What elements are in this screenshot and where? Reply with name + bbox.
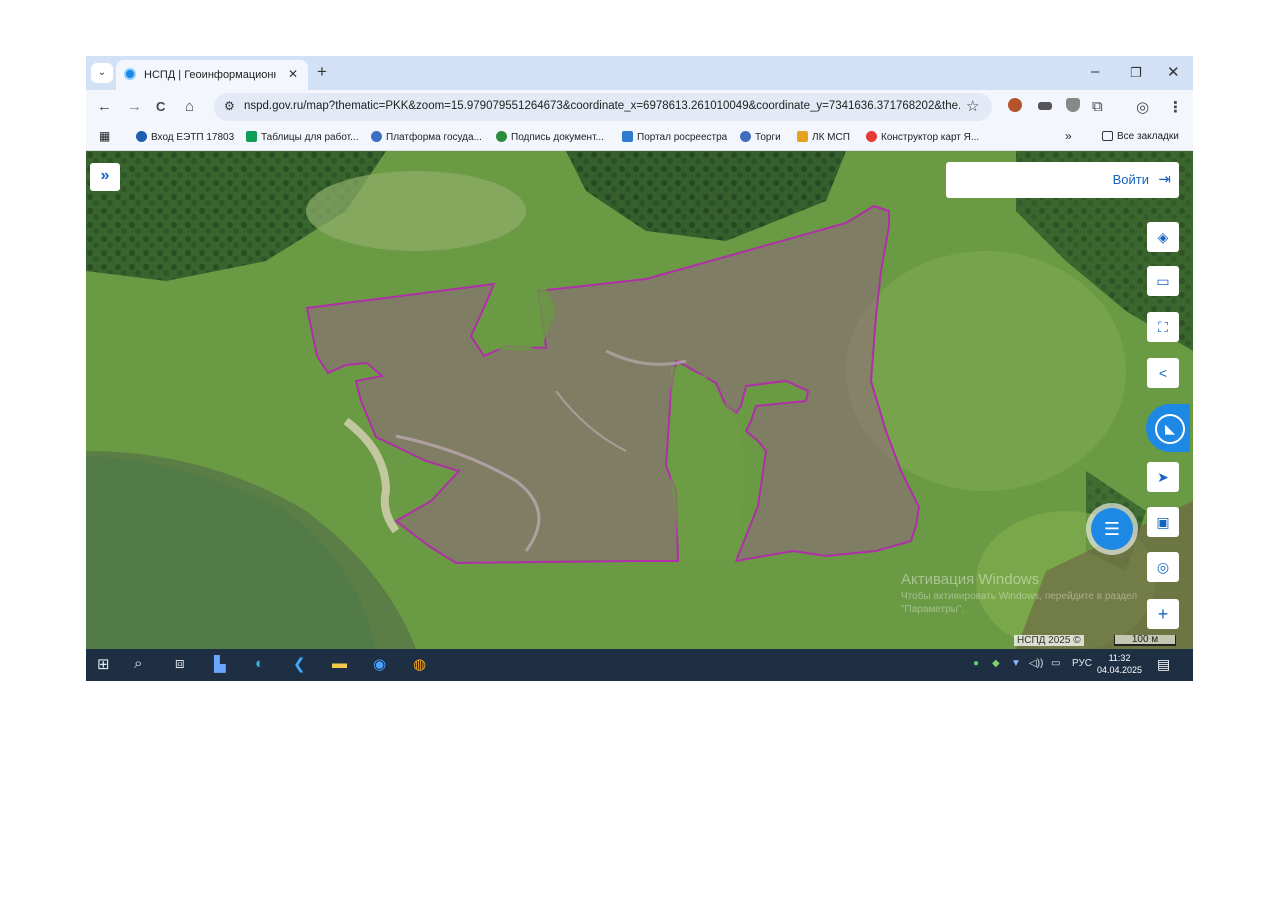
bookmark-favicon-icon xyxy=(496,131,507,142)
login-bar[interactable]: Войти ⇥ xyxy=(946,162,1179,198)
bookmark-favicon-icon xyxy=(797,131,808,142)
bookmark-favicon-icon xyxy=(740,131,751,142)
input-language[interactable]: РУС xyxy=(1072,658,1092,669)
forward-button[interactable]: → xyxy=(127,98,142,115)
tray-android-icon[interactable]: ◆ xyxy=(992,658,1000,669)
cadastre-button[interactable]: ◣ xyxy=(1146,404,1190,452)
share-icon: < xyxy=(1158,365,1168,381)
back-button[interactable]: ← xyxy=(97,98,112,115)
reload-button[interactable]: C xyxy=(156,99,165,114)
windows-activation-title: Активация Windows xyxy=(901,571,1040,588)
new-tab-button[interactable]: + xyxy=(317,62,327,82)
select-area-icon: ⛶ xyxy=(1158,319,1168,335)
bookmark-item[interactable]: Подпись документ... xyxy=(496,131,604,143)
navigate-button[interactable]: ➤ xyxy=(1147,462,1179,492)
nspd-favicon-icon xyxy=(124,68,136,80)
folder-icon xyxy=(1102,131,1113,141)
task-view-icon[interactable]: ⧈ xyxy=(175,655,185,672)
site-settings-icon[interactable]: ⚙ xyxy=(224,99,235,113)
extension-glasses-icon[interactable] xyxy=(1038,102,1052,110)
bookmark-item[interactable]: Платформа госуда... xyxy=(371,131,482,143)
chat-button[interactable]: ☰ xyxy=(1091,508,1133,550)
cadastre-icon: ◣ xyxy=(1155,414,1185,444)
bookmark-favicon-icon xyxy=(622,131,633,142)
edge-browser-icon[interactable]: ◐ xyxy=(255,655,264,672)
windows-start-icon[interactable]: ⊞ xyxy=(97,655,110,673)
restore-button[interactable]: ❐ xyxy=(1130,65,1142,81)
chat-icon: ☰ xyxy=(1103,519,1121,539)
apps-grid-icon[interactable]: ▦ xyxy=(99,129,110,143)
clock-date: 04.04.2025 xyxy=(1097,665,1143,675)
save-app-icon[interactable]: ▙ xyxy=(214,655,226,673)
address-bar[interactable]: ⚙ nspd.gov.ru/map?thematic=PKK&zoom=15.9… xyxy=(214,93,992,121)
locate-icon: ◎ xyxy=(1156,559,1170,575)
tray-app-icon[interactable]: ● xyxy=(973,658,979,669)
flutter-app-icon[interactable]: ❮ xyxy=(293,655,306,673)
map-attribution[interactable]: НСПД 2025 © xyxy=(1014,635,1084,646)
tab-title: НСПД | Геоинформационный xyxy=(144,69,276,81)
print-icon: ▣ xyxy=(1156,514,1170,530)
network-icon[interactable]: ▭ xyxy=(1051,658,1060,669)
ruler-button[interactable]: ▭ xyxy=(1147,266,1179,296)
more-bookmarks-button[interactable]: » xyxy=(1065,129,1072,143)
profile-icon[interactable]: ◎ xyxy=(1136,98,1149,116)
bookmark-item[interactable]: Торги xyxy=(740,131,781,143)
satellite-map[interactable]: » Войти ⇥ ◈ ▭ ⛶ < ◣ ➤ ▣ ◎ + ☰ Активация … xyxy=(86,151,1193,649)
browser-window: ⌄ НСПД | Геоинформационный ✕ + – ❐ ✕ ← →… xyxy=(86,56,1193,681)
bookmark-item[interactable]: Таблицы для работ... xyxy=(246,131,358,143)
bookmark-star-icon[interactable]: ☆ xyxy=(966,97,979,115)
tray-shield-icon[interactable]: ▼ xyxy=(1011,658,1021,669)
zoom-in-icon: + xyxy=(1157,604,1169,624)
bookmark-favicon-icon xyxy=(136,131,147,142)
app-globe-icon[interactable]: ◉ xyxy=(373,655,386,673)
bookmark-favicon-icon xyxy=(866,131,877,142)
bookmark-favicon-icon xyxy=(246,131,257,142)
minimize-button[interactable]: – xyxy=(1091,63,1099,80)
select-area-button[interactable]: ⛶ xyxy=(1147,312,1179,342)
ruler-icon: ▭ xyxy=(1156,273,1170,289)
bookmark-favicon-icon xyxy=(371,131,382,142)
login-button[interactable]: Войти xyxy=(1113,172,1149,187)
clock-time: 11:32 xyxy=(1108,653,1131,663)
tab-close-icon[interactable]: ✕ xyxy=(288,67,298,81)
close-window-button[interactable]: ✕ xyxy=(1167,63,1180,81)
system-clock[interactable]: 11:32 04.04.2025 xyxy=(1097,652,1142,676)
windows-activation-text: Чтобы активировать Windows, перейдите в … xyxy=(901,591,1138,615)
bookmark-item[interactable]: Портал росреестра xyxy=(622,131,727,143)
url-text[interactable]: nspd.gov.ru/map?thematic=PKK&zoom=15.979… xyxy=(244,100,960,112)
expand-panel-button[interactable]: » xyxy=(90,163,120,191)
locate-button[interactable]: ◎ xyxy=(1147,552,1179,582)
browser-menu-icon[interactable]: ⋮ xyxy=(1168,98,1183,116)
share-button[interactable]: < xyxy=(1147,358,1179,388)
extension-avatar-icon[interactable] xyxy=(1008,98,1022,112)
notifications-icon[interactable]: ▤ xyxy=(1157,656,1170,673)
print-button[interactable]: ▣ xyxy=(1147,507,1179,537)
browser-toolbar: ← → C ⌂ ⚙ nspd.gov.ru/map?thematic=PKK&z… xyxy=(86,90,1193,126)
extension-shield-icon[interactable] xyxy=(1066,98,1080,112)
chrome-icon[interactable]: ◍ xyxy=(413,655,426,673)
home-button[interactable]: ⌂ xyxy=(185,98,194,115)
login-icon: ⇥ xyxy=(1158,171,1171,188)
zoom-in-button[interactable]: + xyxy=(1147,599,1179,629)
file-explorer-icon[interactable]: ▬ xyxy=(332,655,347,672)
bookmark-item[interactable]: ЛК МСП xyxy=(797,131,850,143)
bookmarks-bar: ▦ Вход ЕЭТП 17803 Таблицы для работ... П… xyxy=(86,126,1193,151)
layers-icon: ◈ xyxy=(1157,229,1169,245)
tab-search-button[interactable]: ⌄ xyxy=(91,63,113,83)
volume-icon[interactable]: ◁)) xyxy=(1029,658,1043,669)
tab-strip: ⌄ НСПД | Геоинформационный ✕ + – ❐ ✕ xyxy=(86,56,1193,90)
layers-button[interactable]: ◈ xyxy=(1147,222,1179,252)
windows-taskbar: ⊞ ⌕ ⧈ ▙ ◐ ❮ ▬ ◉ ◍ ● ◆ ▼ ◁)) ▭ РУС 11:32 … xyxy=(86,649,1193,681)
extensions-puzzle-icon[interactable]: ⧉ xyxy=(1092,98,1103,115)
search-icon[interactable]: ⌕ xyxy=(134,655,142,672)
all-bookmarks-button[interactable]: Все закладки xyxy=(1102,131,1179,142)
navigate-icon: ➤ xyxy=(1157,469,1169,485)
tab-nspd[interactable]: НСПД | Геоинформационный ✕ xyxy=(116,60,308,90)
scale-bar: 100 м xyxy=(1114,635,1176,646)
bookmark-item[interactable]: Вход ЕЭТП 17803 xyxy=(136,131,234,143)
bookmark-item[interactable]: Конструктор карт Я... xyxy=(866,131,979,143)
